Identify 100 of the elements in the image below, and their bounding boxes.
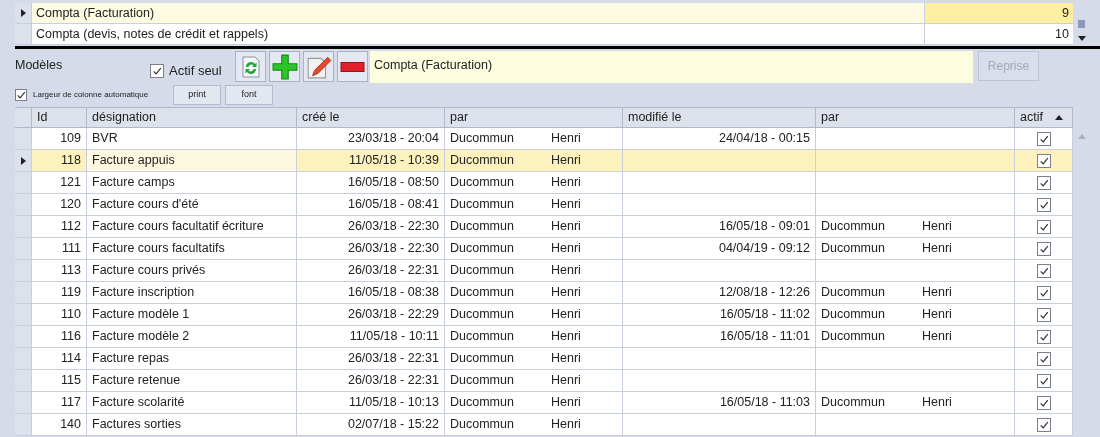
option-button[interactable]: font (225, 85, 273, 105)
table-row[interactable]: 121 Facture camps 16/05/18 - 08:50 Ducommun Henri (15, 172, 1073, 194)
auto-width-checkbox[interactable] (15, 89, 27, 101)
table-row[interactable]: 111 Facture cours facultatifs 26/03/18 - 22:30 Ducommun Henri 04/04/19 - 09:12 Ducommun Henri (15, 238, 1073, 260)
first-name: Henri (551, 152, 581, 170)
column-header[interactable]: modifié le (623, 108, 816, 127)
table-cell-text: 16/05/18 - 09:01 (718, 218, 810, 236)
edit-button[interactable] (303, 51, 334, 82)
table-cell-text: 109 (60, 130, 81, 148)
table-row[interactable]: 117 Facture scolarité 11/05/18 - 10:13 Ducommun Henri 16/05/18 - 11:03 Ducommun Henri (15, 392, 1073, 414)
table-cell-text: 16/05/18 - 11:01 (719, 328, 810, 346)
table-row[interactable]: 116 Facture modèle 2 11/05/18 - 10:11 Ducommun Henri 16/05/18 - 11:01 Ducommun Henri (15, 326, 1073, 348)
last-name: Ducommun (450, 174, 515, 192)
column-header[interactable]: actif (1015, 108, 1073, 127)
checkbox-label: Actif seul (169, 62, 222, 80)
first-name: Henri (551, 262, 581, 280)
last-name: Ducommun (450, 306, 515, 324)
table-cell-text: 113 (61, 262, 81, 280)
group-row[interactable]: Compta (Facturation) (32, 3, 925, 23)
table-row[interactable]: 113 Facture cours privés 26/03/18 - 22:31 Ducommun Henri (15, 260, 1073, 282)
active-checkbox[interactable] (1036, 219, 1051, 234)
table-row[interactable]: 115 Facture retenue 26/03/18 - 22:31 Ducommun Henri (15, 370, 1073, 392)
table-cell-text: 12/08/18 - 12:26 (718, 284, 810, 302)
table-row[interactable]: 140 Factures sorties 02/07/18 - 15:22 Ducommun Henri (15, 414, 1073, 436)
active-checkbox[interactable] (1036, 285, 1051, 300)
scroll-down-icon[interactable] (1077, 36, 1086, 41)
active-checkbox[interactable] (1036, 329, 1051, 344)
active-checkbox[interactable] (1036, 307, 1051, 322)
last-name: Ducommun (450, 218, 515, 236)
table-row[interactable]: 114 Facture repas 26/03/18 - 22:31 Ducommun Henri (15, 348, 1073, 370)
table-cell-text: 23/03/18 - 20:04 (347, 130, 439, 148)
first-name: Henri (922, 394, 952, 412)
row-header[interactable] (15, 3, 32, 23)
active-checkbox[interactable] (1036, 175, 1051, 190)
column-header[interactable]: Id (32, 108, 87, 127)
last-name: Ducommun (450, 130, 515, 148)
active-checkbox[interactable] (1036, 417, 1051, 432)
table-cell-text: 26/03/18 - 22:31 (347, 262, 439, 280)
last-name: Ducommun (450, 196, 515, 214)
table-row[interactable]: 112 Facture cours facultatif écriture 26/03/18 - 22:30 Ducommun Henri 16/05/18 - 09:01 Ducommun Henri (15, 216, 1073, 238)
table-cell-text: Facture inscription (92, 284, 195, 302)
add-button[interactable] (269, 51, 300, 82)
active-only-checkbox[interactable] (150, 63, 164, 78)
active-checkbox[interactable] (1036, 153, 1051, 168)
first-name: Henri (551, 284, 581, 302)
table-cell-text: Facture modèle 2 (92, 328, 190, 346)
first-name: Henri (551, 196, 581, 214)
table-row[interactable]: 110 Facture modèle 1 26/03/18 - 22:29 Ducommun Henri 16/05/18 - 11:02 Ducommun Henri (15, 304, 1073, 326)
table-row[interactable]: 120 Facture cours d'été 16/05/18 - 08:41 Ducommun Henri (15, 194, 1073, 216)
table-cell-text: 110 (61, 306, 81, 324)
last-name: Ducommun (821, 218, 886, 236)
first-name: Henri (551, 174, 581, 192)
active-checkbox[interactable] (1036, 395, 1051, 410)
table-cell-text: 16/05/18 - 11:02 (719, 306, 810, 324)
table-row[interactable]: 119 Facture inscription 16/05/18 - 08:38 Ducommun Henri 12/08/18 - 12:26 Ducommun Henri (15, 282, 1073, 304)
active-checkbox[interactable] (1036, 131, 1051, 146)
last-name: Ducommun (450, 394, 515, 412)
first-name: Henri (551, 416, 581, 434)
table-cell-text: 16/05/18 - 08:50 (347, 174, 439, 192)
table-cell-text: 04/04/19 - 09:12 (718, 240, 810, 258)
table-cell-text: 26/03/18 - 22:31 (347, 372, 439, 390)
last-name: Ducommun (821, 240, 886, 258)
section-title: Modèles (15, 57, 64, 74)
option-button[interactable]: print (173, 85, 221, 105)
first-name: Henri (551, 306, 581, 324)
column-header[interactable]: par (445, 108, 623, 127)
last-name: Ducommun (450, 284, 515, 302)
group-count: 9 (925, 3, 1073, 23)
table-cell-text: 26/03/18 - 22:30 (347, 240, 439, 258)
active-checkbox[interactable] (1036, 241, 1051, 256)
table-cell-text: Facture scolarité (92, 394, 185, 412)
active-checkbox[interactable] (1036, 197, 1051, 212)
last-name: Ducommun (450, 372, 515, 390)
row-header[interactable] (15, 150, 32, 171)
table-cell-text: Facture repas (92, 350, 170, 368)
current-model-field[interactable]: Compta (Facturation) (370, 51, 973, 83)
table-cell-text: BVR (92, 130, 118, 148)
table-cell-text: 115 (61, 372, 81, 390)
active-checkbox[interactable] (1036, 263, 1051, 278)
table-row[interactable]: 118 Facture appuis 11/05/18 - 10:39 Ducommun Henri (15, 150, 1073, 172)
last-name: Ducommun (821, 394, 886, 412)
active-checkbox[interactable] (1036, 373, 1051, 388)
active-checkbox[interactable] (1036, 351, 1051, 366)
refresh-button[interactable] (235, 51, 266, 82)
first-name: Henri (551, 218, 581, 236)
scroll-thumb[interactable] (1078, 20, 1085, 28)
last-name: Ducommun (450, 328, 515, 346)
remove-button[interactable] (337, 51, 368, 82)
table-row[interactable]: 109 BVR 23/03/18 - 20:04 Ducommun Henri 24/04/18 - 00:15 (15, 128, 1073, 150)
column-header[interactable]: par (816, 108, 1015, 127)
table-cell-text: Facture cours d'été (92, 196, 199, 214)
table-cell-text: Facture cours facultatifs (92, 240, 225, 258)
table-cell-text: 112 (61, 218, 81, 236)
table-cell-text: Facture retenue (92, 372, 181, 390)
table-cell-text: 26/03/18 - 22:31 (347, 350, 439, 368)
column-header[interactable]: désignation (87, 108, 297, 127)
minus-icon (339, 61, 366, 72)
column-header[interactable]: créé le (297, 108, 445, 127)
table-cell-text: 26/03/18 - 22:30 (347, 218, 439, 236)
checkbox-label: Largeur de colonne automatique (33, 89, 149, 101)
